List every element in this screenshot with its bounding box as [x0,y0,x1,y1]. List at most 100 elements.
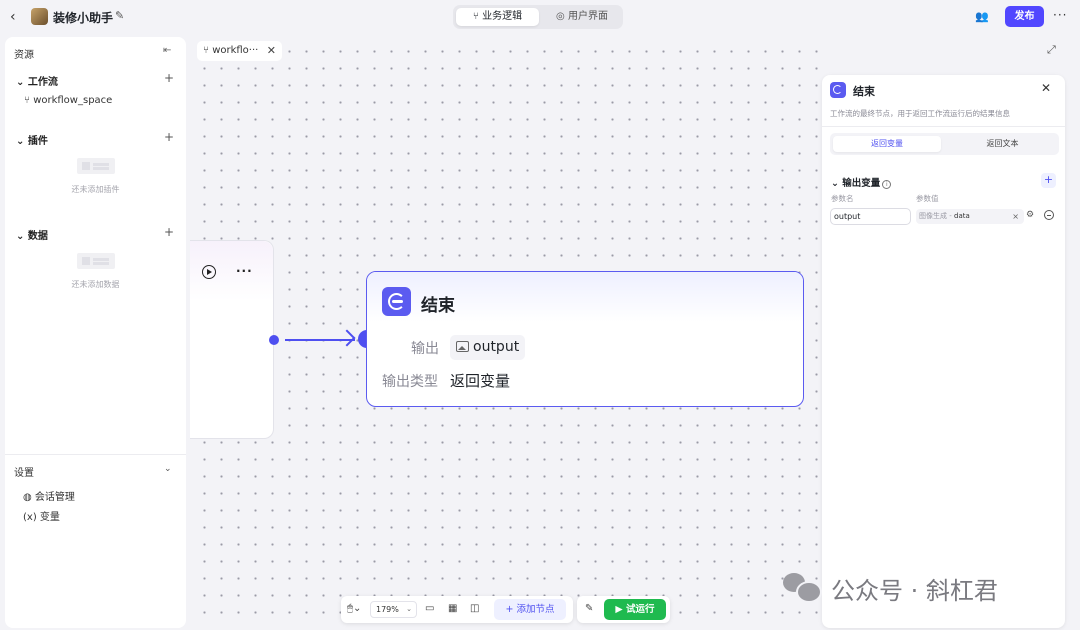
end-node-title: 结束 [421,296,455,316]
tab-label: 用户界面 [567,11,608,22]
zoom-select[interactable]: 179% ⌄ [370,601,417,618]
clear-icon[interactable]: × [1012,209,1019,224]
settings-header[interactable]: 设置 [14,464,34,479]
section-label: 插件 [27,136,48,147]
end-node[interactable]: 结束 输出 output 输出类型 返回变量 [366,271,804,407]
top-bar: ‹ 装修小助手 ✎ ⑂ 业务逻辑 ◎ 用户界面 👥 发布 ··· [0,0,1080,36]
test-run-button[interactable]: ▶ 试运行 [604,599,666,620]
mode-switch: ⑂ 业务逻辑 ◎ 用户界面 [453,5,623,29]
tab-return-text[interactable]: 返回文本 [950,136,1055,152]
sidebar-title: 资源 [14,50,34,61]
chevron-down-icon: ⌄ [406,605,412,613]
output-type-label: 输出类型 [382,374,438,390]
auto-layout-icon[interactable]: ▦ [448,603,457,614]
output-label: 输出 [411,341,439,357]
panel-title: 结束 [853,85,875,98]
collaborators-icon[interactable]: 👥 [975,10,989,23]
chevron-down-icon: ⌄ [16,231,28,242]
debug-icon[interactable]: ✎ [585,603,593,614]
sidebar-divider [5,454,186,455]
collapse-sidebar-icon[interactable]: ⇤ [163,45,171,56]
param-value-header: 参数值 [916,194,939,203]
section-label: 工作流 [27,77,58,88]
canvas-toolbar: 🖱⌄ 179% ⌄ ▭ ▦ ◫ + 添加节点 [341,596,573,623]
canvas-tab-workflow[interactable]: ⑂ workflo··· ✕ [197,41,282,61]
tab-business-logic[interactable]: ⑂ 业务逻辑 [456,8,539,26]
palette-icon: ◎ [556,11,568,22]
start-node[interactable]: ··· [190,240,274,439]
empty-plugins-illustration [77,158,115,174]
reference-source: 图像生成 - [919,212,952,220]
chevron-down-icon[interactable]: ⌄ [164,464,172,474]
back-chevron-icon[interactable]: ‹ [10,9,16,25]
info-icon[interactable]: i [882,180,892,189]
empty-data-text: 还未添加数据 [71,280,120,289]
workflow-icon: ⑂ [203,45,213,56]
panel-description: 工作流的最终节点，用于返回工作流运行后的结果信息 [830,109,1010,118]
sidebar-item-conversation-management[interactable]: ◍ 会话管理 [23,488,75,503]
play-icon[interactable] [202,265,216,279]
settings-gear-icon[interactable]: ⚙ [1026,210,1034,220]
empty-data-illustration [77,253,115,269]
run-toolbar: ✎ ▶ 试运行 [577,596,670,623]
section-plugins[interactable]: ⌄ 插件 [16,132,48,147]
reference-field: data [954,212,970,220]
section-label: 输出变量 [842,178,881,189]
app-logo [31,8,48,25]
chevron-down-icon: ⌄ [831,178,843,189]
end-node-icon [830,82,846,98]
add-variable-button[interactable]: + [1041,173,1056,188]
empty-plugins-text: 还未添加插件 [71,185,120,194]
add-data-icon[interactable]: + [164,225,174,239]
item-label: workflow_space [33,95,113,106]
end-node-icon [382,287,411,316]
resource-sidebar: 资源 ⇤ ⌄ 工作流 + ⑂ workflow_space ⌄ 插件 + 还未添… [5,37,186,628]
comment-icon[interactable]: ◫ [470,603,479,614]
remove-variable-icon[interactable] [1044,210,1054,220]
share-icon: ⑂ [472,11,483,22]
sidebar-item-workflow-space[interactable]: ⑂ workflow_space [24,95,112,106]
chevron-down-icon: ⌄ [16,136,28,147]
wechat-logo-icon [783,573,822,603]
node-config-panel: 结束 ✕ 工作流的最终节点，用于返回工作流运行后的结果信息 返回变量 返回文本 … [822,75,1065,628]
close-tab-icon[interactable]: ✕ [267,41,276,61]
image-icon [456,341,469,352]
section-workflow[interactable]: ⌄ 工作流 [16,73,58,88]
param-value-reference[interactable]: 图像生成 - data × [916,209,1024,224]
output-variables-header[interactable]: ⌄ 输出变量 i [831,175,892,189]
return-mode-switch: 返回变量 返回文本 [830,133,1059,155]
section-data[interactable]: ⌄ 数据 [16,227,48,242]
mouse-mode-icon[interactable]: 🖱⌄ [347,603,361,614]
tab-label: workflo··· [212,45,259,56]
start-output-port[interactable] [269,335,279,345]
sidebar-item-variables[interactable]: (x) 变量 [23,508,60,523]
more-icon[interactable]: ··· [1053,8,1067,22]
panel-divider [822,126,1065,127]
expand-icon[interactable]: ⤢ [1047,43,1056,57]
play-icon: ▶ [615,604,627,615]
node-more-icon[interactable]: ··· [236,264,253,278]
plus-icon: + [505,604,517,615]
param-name-input[interactable]: output [830,208,911,225]
add-workflow-icon[interactable]: + [164,71,174,85]
edit-icon[interactable]: ✎ [115,9,124,22]
watermark-text: 公众号 · 斜杠君 [831,577,998,605]
add-node-button[interactable]: + 添加节点 [494,599,566,620]
output-type-value: 返回变量 [450,372,511,390]
tab-user-interface[interactable]: ◎ 用户界面 [543,8,621,26]
button-label: 试运行 [626,604,655,615]
workflow-icon: ⑂ [24,95,34,106]
output-chip: output [450,335,526,360]
add-plugin-icon[interactable]: + [164,130,174,144]
item-label: 会话管理 [34,492,75,503]
close-icon[interactable]: ✕ [1041,81,1051,95]
section-label: 数据 [27,231,48,242]
tab-label: 业务逻辑 [482,11,523,22]
chat-icon: ◍ [23,492,35,503]
minimap-icon[interactable]: ▭ [425,603,434,614]
param-name-header: 参数名 [831,194,854,203]
item-label: 变量 [39,512,60,523]
tab-return-variable[interactable]: 返回变量 [833,136,941,152]
publish-button[interactable]: 发布 [1005,6,1044,27]
zoom-value: 179% [376,605,399,614]
